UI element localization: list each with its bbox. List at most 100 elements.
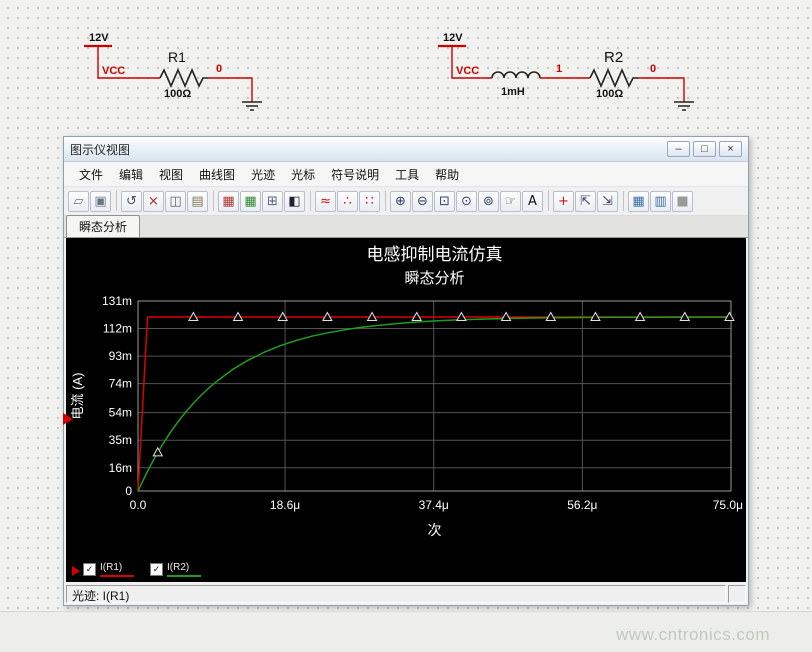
grapher-canvas[interactable]: 0.018.6μ37.4μ56.2μ75.0μ016m35m54m74m93m1… <box>66 238 746 582</box>
show-axes-icon[interactable]: ⊞ <box>262 191 283 212</box>
trace-I(R1)[interactable] <box>138 317 731 491</box>
grid-properties-icon[interactable]: ▦ <box>218 191 239 212</box>
trace-name: I(R1) <box>100 562 134 573</box>
trace-color-line <box>100 575 134 577</box>
status-resize-grip[interactable] <box>728 585 746 603</box>
hand-icon[interactable]: ☞ <box>500 191 521 212</box>
x-axis-label: 次 <box>428 522 442 538</box>
ground-symbol[interactable] <box>674 96 694 110</box>
trace-visibility-checkbox[interactable]: ✓ <box>150 563 163 576</box>
grapher-window: 图示仪视图 –□× 文件编辑视图曲线图光迹光标符号说明工具帮助 ▱▣↺×◫▤▦▦… <box>63 136 749 606</box>
right-circuit: 12V VCC 1mH 1 R2 100Ω 0 <box>438 32 694 110</box>
trace-markers-icon[interactable]: ∴ <box>337 191 358 212</box>
x-tick-label: 75.0μ <box>713 498 743 512</box>
wire[interactable] <box>208 78 252 96</box>
trace-points-icon[interactable]: ∷ <box>359 191 380 212</box>
trace-I(R2)[interactable] <box>138 317 731 491</box>
menu-item[interactable]: 视图 <box>152 164 190 185</box>
x-tick-label: 18.6μ <box>270 498 300 512</box>
zoom-select-icon[interactable]: ⊚ <box>478 191 499 212</box>
left-circuit: 12V VCC R1 100Ω 0 <box>84 32 262 110</box>
watermark: www.cntronics.com <box>616 625 770 645</box>
x-tick-label: 0.0 <box>130 498 147 512</box>
text-annotation-icon[interactable]: A <box>522 191 543 212</box>
wire[interactable] <box>638 78 684 96</box>
toolbar-separator <box>623 191 624 211</box>
toolbar-separator <box>385 191 386 211</box>
export-data-icon[interactable]: ⇱ <box>575 191 596 212</box>
title-bar[interactable]: 图示仪视图 –□× <box>64 137 748 162</box>
export-graph-icon[interactable]: ⇲ <box>597 191 618 212</box>
zoom-in-icon[interactable]: ⊕ <box>390 191 411 212</box>
r1-value-label[interactable]: 100Ω <box>164 88 191 100</box>
left-source-label[interactable]: 12V <box>89 32 109 44</box>
ground-symbol[interactable] <box>242 96 262 110</box>
y-tick-label: 54m <box>109 406 132 420</box>
stop-icon[interactable]: ■ <box>672 191 693 212</box>
bottom-strip: www.cntronics.com <box>0 611 812 652</box>
tab-transient-analysis[interactable]: 瞬态分析 <box>66 215 140 237</box>
save-icon[interactable]: ▣ <box>90 191 111 212</box>
trace-visibility-checkbox[interactable]: ✓ <box>83 563 96 576</box>
paste-icon[interactable]: ▤ <box>187 191 208 212</box>
cut-icon[interactable]: × <box>143 191 164 212</box>
window-title: 图示仪视图 <box>70 141 130 158</box>
transient-analysis-chart: 0.018.6μ37.4μ56.2μ75.0μ016m35m54m74m93m1… <box>66 238 746 582</box>
open-icon[interactable]: ▱ <box>68 191 89 212</box>
y-tick-label: 0 <box>125 484 132 498</box>
zoom-restore-icon[interactable]: ⊙ <box>456 191 477 212</box>
copy-icon[interactable]: ◫ <box>165 191 186 212</box>
trace-name: I(R2) <box>167 562 201 573</box>
legend: ✓ I(R1) ✓ I(R2) <box>72 562 201 577</box>
show-trace-icon[interactable]: ≈ <box>315 191 336 212</box>
trace-marker-icon <box>153 448 162 456</box>
left-node-label[interactable]: 0 <box>216 63 222 75</box>
menu-item[interactable]: 编辑 <box>112 164 150 185</box>
inductor-value-label[interactable]: 1mH <box>501 86 525 98</box>
undo-icon[interactable]: ↺ <box>121 191 142 212</box>
active-trace-arrow-icon <box>63 413 73 425</box>
y-tick-label: 16m <box>109 461 132 475</box>
resistor-r2-symbol[interactable] <box>590 70 638 86</box>
r2-ref-label[interactable]: R2 <box>604 49 623 66</box>
menu-item[interactable]: 工具 <box>388 164 426 185</box>
toolbar-separator <box>213 191 214 211</box>
right-source-label[interactable]: 12V <box>443 32 463 44</box>
menu-bar: 文件编辑视图曲线图光迹光标符号说明工具帮助 <box>64 162 748 187</box>
close-button[interactable]: × <box>719 141 742 157</box>
status-text: 光迹: I(R1) <box>66 585 726 603</box>
mid-node-label[interactable]: 1 <box>556 63 562 75</box>
copy-graph-icon[interactable]: ▦ <box>628 191 649 212</box>
right-vcc-net-label[interactable]: VCC <box>456 65 479 77</box>
right-node-label[interactable]: 0 <box>650 63 656 75</box>
show-legend-icon[interactable]: ▦ <box>240 191 261 212</box>
y-tick-label: 35m <box>109 433 132 447</box>
cursors-icon[interactable]: + <box>553 191 574 212</box>
restore-button[interactable]: □ <box>693 141 716 157</box>
menu-item[interactable]: 光迹 <box>244 164 282 185</box>
resistor-r1-symbol[interactable] <box>160 70 208 86</box>
r2-value-label[interactable]: 100Ω <box>596 88 623 100</box>
toolbar: ▱▣↺×◫▤▦▦⊞◧≈∴∷⊕⊖⊡⊙⊚☞A+⇱⇲▦▥■ <box>64 187 748 216</box>
menu-item[interactable]: 曲线图 <box>192 164 242 185</box>
active-trace-tag-icon <box>72 566 80 576</box>
r1-ref-label[interactable]: R1 <box>168 49 186 65</box>
chart-subtitle: 瞬态分析 <box>404 270 464 287</box>
inductor-symbol[interactable] <box>492 72 540 78</box>
minimize-button[interactable]: – <box>667 141 690 157</box>
menu-item[interactable]: 符号说明 <box>324 164 386 185</box>
trace-color-line <box>167 575 201 577</box>
invert-colors-icon[interactable]: ◧ <box>284 191 305 212</box>
y-tick-label: 112m <box>103 322 132 336</box>
status-bar: 光迹: I(R1) <box>64 583 748 605</box>
tab-row: 瞬态分析 <box>64 216 748 238</box>
legend-item: ✓ I(R1) <box>72 562 134 577</box>
zoom-out-icon[interactable]: ⊖ <box>412 191 433 212</box>
copy-page-icon[interactable]: ▥ <box>650 191 671 212</box>
zoom-area-icon[interactable]: ⊡ <box>434 191 455 212</box>
menu-item[interactable]: 光标 <box>284 164 322 185</box>
x-tick-label: 37.4μ <box>419 498 449 512</box>
menu-item[interactable]: 帮助 <box>428 164 466 185</box>
menu-item[interactable]: 文件 <box>72 164 110 185</box>
left-vcc-net-label[interactable]: VCC <box>102 65 125 77</box>
